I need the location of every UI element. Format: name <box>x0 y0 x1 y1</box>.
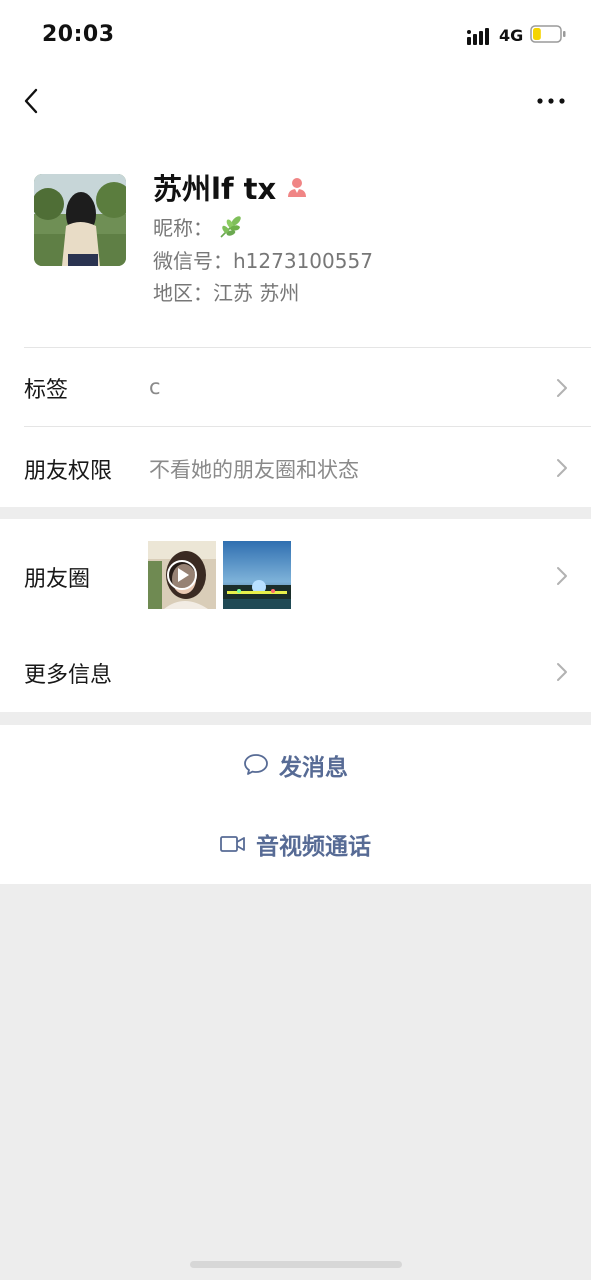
send-message-label: 发消息 <box>279 754 348 781</box>
moments-thumbnail-2[interactable] <box>223 541 291 609</box>
nickname-row: 昵称： <box>153 212 245 241</box>
nav-bar <box>0 70 591 134</box>
wechat-id: 微信号：h1273100557 <box>153 249 373 273</box>
moments-thumbnail-1[interactable] <box>148 541 216 609</box>
chevron-right-icon <box>557 459 567 477</box>
moments-row[interactable]: 朋友圈 <box>0 519 591 632</box>
profile-card: 苏州lf tx 昵称： 微信号：h1273100557 地区：江苏 苏州 <box>0 134 591 348</box>
more-info-row[interactable]: 更多信息 <box>0 632 591 712</box>
region: 地区：江苏 苏州 <box>153 281 300 305</box>
tags-value: c <box>149 375 161 399</box>
video-camera-icon <box>220 836 245 852</box>
network-type: 4G <box>499 26 524 45</box>
status-time: 20:03 <box>42 22 115 47</box>
permissions-row[interactable]: 朋友权限 不看她的朋友圈和状态 <box>0 427 591 507</box>
leaf-icon <box>220 215 241 238</box>
status-bar: 20:03 4G <box>0 0 591 70</box>
name-row: 苏州lf tx <box>153 166 308 208</box>
more-dots-icon[interactable] <box>532 90 570 112</box>
home-indicator[interactable] <box>190 1261 402 1268</box>
chat-bubble-icon <box>244 753 268 775</box>
actions-section: 发消息 音视频通话 <box>0 725 591 884</box>
more-info-label: 更多信息 <box>24 663 113 688</box>
settings-section: 标签 c 朋友权限 不看她的朋友圈和状态 <box>0 348 591 507</box>
battery-icon <box>530 25 566 43</box>
contact-name: 苏州lf tx <box>153 172 277 206</box>
send-message-button[interactable]: 发消息 <box>0 725 591 804</box>
video-call-label: 音视频通话 <box>256 834 371 860</box>
signal-icon <box>467 28 489 45</box>
video-call-button[interactable]: 音视频通话 <box>0 804 591 884</box>
female-icon <box>288 178 307 197</box>
chevron-right-icon <box>557 663 567 681</box>
avatar[interactable] <box>34 174 126 266</box>
moments-section: 朋友圈 更多信息 <box>0 519 591 712</box>
chevron-left-icon[interactable] <box>18 84 50 118</box>
chevron-right-icon <box>557 379 567 397</box>
nickname-label: 昵称： <box>153 216 213 240</box>
tags-row[interactable]: 标签 c <box>0 348 591 427</box>
tags-label: 标签 <box>24 378 69 403</box>
permissions-value: 不看她的朋友圈和状态 <box>149 458 359 482</box>
permissions-label: 朋友权限 <box>24 459 113 484</box>
moments-label: 朋友圈 <box>24 567 91 592</box>
chevron-right-icon <box>557 567 567 585</box>
